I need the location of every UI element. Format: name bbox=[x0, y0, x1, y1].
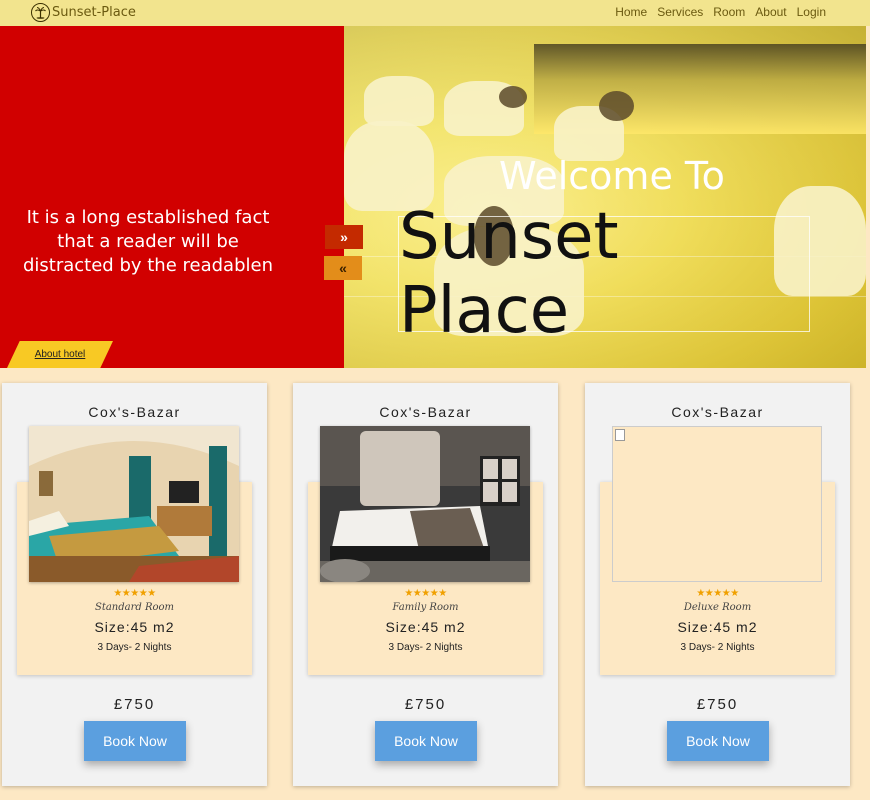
nav-room[interactable]: Room bbox=[713, 5, 745, 19]
room-duration: 3 Days- 2 Nights bbox=[97, 642, 172, 653]
room-size: Size:45 m2 bbox=[94, 619, 175, 635]
rating-stars-icon: ★★★★★ bbox=[113, 588, 156, 599]
book-now-button[interactable]: Book Now bbox=[375, 721, 477, 761]
book-now-button[interactable]: Book Now bbox=[84, 721, 186, 761]
chevron-double-right-icon: » bbox=[340, 229, 348, 245]
room-card: Cox's-Bazar ★★★★★ Family Room Size:45 m2… bbox=[293, 383, 558, 786]
room-image[interactable] bbox=[320, 426, 530, 582]
carousel-next-button[interactable]: » bbox=[325, 225, 363, 249]
room-location: Cox's-Bazar bbox=[88, 404, 181, 420]
room-location: Cox's-Bazar bbox=[671, 404, 764, 420]
room-size: Size:45 m2 bbox=[385, 619, 466, 635]
hero-description: It is a long established fact that a rea… bbox=[22, 207, 273, 276]
hotel-title: Sunset Place bbox=[399, 200, 619, 348]
cushion bbox=[599, 91, 634, 121]
room-type: Family Room bbox=[392, 602, 459, 613]
carousel-prev-button[interactable]: « bbox=[324, 256, 362, 280]
rating-stars-icon: ★★★★★ bbox=[696, 588, 739, 599]
hero-image: Welcome To Sunset Place bbox=[344, 26, 866, 368]
chevron-double-left-icon: « bbox=[339, 260, 347, 276]
nav-about[interactable]: About bbox=[755, 5, 786, 19]
cushion bbox=[499, 86, 527, 108]
room-type: Standard Room bbox=[94, 602, 175, 613]
broken-image-icon bbox=[612, 426, 822, 582]
room-type: Deluxe Room bbox=[683, 602, 752, 613]
rating-stars-icon: ★★★★★ bbox=[404, 588, 447, 599]
room-price: £750 bbox=[404, 696, 447, 713]
room-duration: 3 Days- 2 Nights bbox=[388, 642, 463, 653]
book-now-button[interactable]: Book Now bbox=[667, 721, 769, 761]
room-duration: 3 Days- 2 Nights bbox=[680, 642, 755, 653]
about-hotel-label: About hotel bbox=[34, 349, 86, 360]
hotel-title-box: Sunset Place bbox=[398, 200, 810, 348]
room-location: Cox's-Bazar bbox=[379, 404, 472, 420]
lounge-chair bbox=[364, 76, 434, 126]
room-card: Cox's-Bazar ★★★★★ Standard Room Size:45 … bbox=[2, 383, 267, 786]
room-image[interactable] bbox=[612, 426, 822, 582]
brand[interactable]: Sunset-Place bbox=[31, 3, 136, 22]
hero-text-panel: It is a long established fact that a rea… bbox=[0, 26, 344, 368]
nav-login[interactable]: Login bbox=[797, 5, 826, 19]
room-image[interactable] bbox=[29, 426, 239, 582]
room-price: £750 bbox=[696, 696, 739, 713]
about-hotel-button[interactable]: About hotel bbox=[7, 341, 113, 368]
nav-home[interactable]: Home bbox=[615, 5, 647, 19]
palm-tree-logo-icon bbox=[31, 3, 50, 22]
navbar: Sunset-Place Home Services Room About Lo… bbox=[0, 0, 870, 26]
welcome-heading: Welcome To bbox=[499, 154, 725, 198]
nav-services[interactable]: Services bbox=[657, 5, 703, 19]
hero-carousel: It is a long established fact that a rea… bbox=[0, 26, 866, 368]
brand-name: Sunset-Place bbox=[52, 5, 136, 20]
broken-image-glyph-icon bbox=[615, 429, 625, 441]
room-card: Cox's-Bazar ★★★★★ Deluxe Room Size:45 m2… bbox=[585, 383, 850, 786]
room-size: Size:45 m2 bbox=[677, 619, 758, 635]
lounge-chair bbox=[344, 121, 434, 211]
room-price: £750 bbox=[113, 696, 156, 713]
nav-links: Home Services Room About Login bbox=[615, 5, 826, 19]
